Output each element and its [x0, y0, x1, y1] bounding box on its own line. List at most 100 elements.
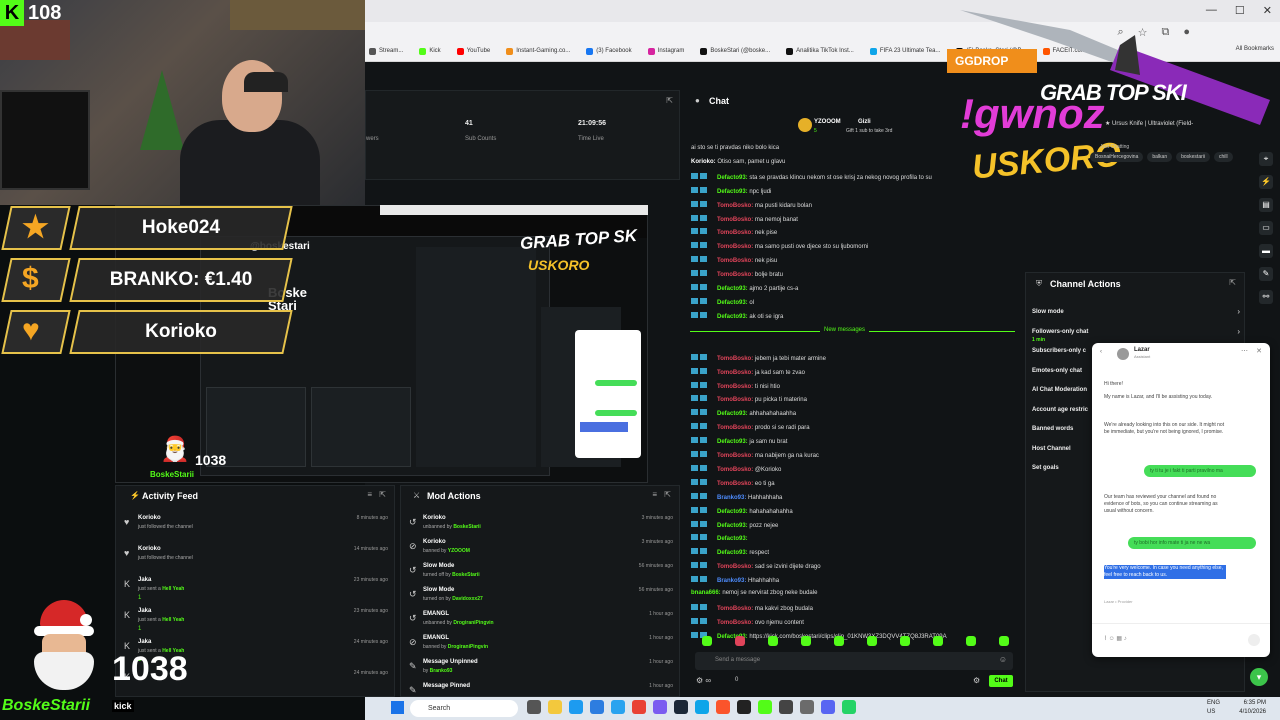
chat-message[interactable]: TomoBosko: ma nabijem ga na kurac: [691, 451, 819, 459]
stream-tag[interactable]: balkan: [1147, 152, 1173, 162]
chat-message[interactable]: ai sto se ti pravdas niko bolo kica: [691, 145, 779, 151]
chat-username[interactable]: Defacto93:: [717, 411, 748, 417]
emote-icon[interactable]: [998, 636, 1009, 646]
channel-action-item[interactable]: Slow mode: [1032, 309, 1064, 315]
chat-username[interactable]: Defacto93:: [717, 439, 748, 445]
stream-tag[interactable]: chill: [1214, 152, 1233, 162]
bookmark-item[interactable]: YouTube: [456, 47, 490, 55]
bookmark-item[interactable]: Kick: [419, 47, 441, 55]
media-icon[interactable]: [779, 700, 793, 714]
chat-username[interactable]: TomoBosko:: [717, 620, 753, 626]
file-explorer-icon[interactable]: [548, 700, 562, 714]
edge-icon[interactable]: [695, 700, 709, 714]
mod-action-item[interactable]: ⊘ EMANGL banned by DrogiraniPingvin 1 hour …: [401, 634, 681, 658]
chat-message[interactable]: TomoBosko: @Korioko: [691, 464, 781, 473]
chat-message[interactable]: TomoBosko: nek pise: [691, 228, 777, 236]
chat-username[interactable]: TomoBosko:: [717, 356, 753, 362]
channel-action-item[interactable]: Subscribers-only c: [1032, 348, 1086, 354]
activity-item[interactable]: ♥ Korioko just followed the channel 8 minut…: [116, 514, 396, 538]
chat-username[interactable]: Defacto93:: [717, 550, 748, 556]
chat-username[interactable]: TomoBosko:: [717, 203, 753, 209]
chat-input[interactable]: Send a message ☺: [695, 652, 1013, 670]
close-icon[interactable]: ✕: [1256, 347, 1262, 355]
chat-username[interactable]: bnana666:: [691, 590, 721, 596]
language-indicator[interactable]: ENG US: [1207, 699, 1220, 717]
popout-icon[interactable]: ⇱: [1229, 278, 1236, 287]
link-icon[interactable]: ⚯: [1259, 290, 1273, 304]
chat-message[interactable]: TomoBosko: ma kakvi zbog budala: [691, 603, 813, 612]
stream-tag[interactable]: boskestarii: [1176, 152, 1210, 162]
store-icon[interactable]: [569, 700, 583, 714]
filter-icon[interactable]: ≡: [652, 490, 657, 499]
chat-message[interactable]: Defacto93: ol: [691, 297, 754, 306]
chat-message[interactable]: Defacto93: ajmo 2 partije cs-a: [691, 284, 798, 292]
category-label[interactable]: Just Chatting: [1100, 144, 1129, 150]
mod-action-item[interactable]: ↺ EMANGL unbanned by DrogiraniPingvin 1 hou…: [401, 610, 681, 634]
mod-action-item[interactable]: ⊘ Korioko banned by YZOOOM 3 minutes ago: [401, 538, 681, 562]
chevron-right-icon[interactable]: ›: [1237, 307, 1240, 316]
chat-message[interactable]: TomoBosko: ti nisi htio: [691, 381, 780, 390]
chat-username[interactable]: TomoBosko:: [717, 244, 753, 250]
chevron-right-icon[interactable]: ›: [1237, 327, 1240, 336]
discord-icon[interactable]: [653, 700, 667, 714]
chat-username[interactable]: Defacto93:: [717, 189, 748, 195]
popout-icon[interactable]: ⇱: [379, 490, 386, 499]
chat-username[interactable]: TomoBosko:: [717, 467, 753, 473]
chat-message[interactable]: TomoBosko: ma samo pusti ove djece sto s…: [691, 242, 868, 250]
chat-message[interactable]: Defacto93: ahhahahahaahha: [691, 409, 796, 417]
channel-action-item[interactable]: Set goals: [1032, 465, 1059, 471]
activity-item[interactable]: ♥ Korioko just followed the channel 14 minu…: [116, 545, 396, 569]
kick-app-icon[interactable]: [758, 700, 772, 714]
chat-username[interactable]: TomoBosko:: [717, 272, 753, 278]
telegram-icon[interactable]: [611, 700, 625, 714]
chat-username[interactable]: Branko93:: [717, 495, 746, 501]
bookmark-item[interactable]: BoskeStari (@boske...: [700, 47, 770, 55]
chat-send-button[interactable]: Chat: [989, 675, 1013, 687]
chat-username[interactable]: Defacto93:: [717, 175, 748, 181]
chat-message[interactable]: Branko93: Hhahhahha: [691, 576, 779, 584]
mod-action-item[interactable]: ↺ Slow Mode turned off by BoskeStarii 56 mi…: [401, 562, 681, 586]
bookmark-item[interactable]: (3) Facebook: [586, 47, 632, 55]
chat-message[interactable]: Defacto93: respect: [691, 548, 769, 556]
bookmark-item[interactable]: Analitika TikTok Inst...: [786, 47, 854, 55]
chat-message[interactable]: TomoBosko: bolje bratu: [691, 270, 783, 278]
channel-action-item[interactable]: AI Chat Moderation: [1032, 387, 1087, 393]
chat-message[interactable]: TomoBosko: eo ti ga: [691, 478, 775, 487]
settings-icon[interactable]: ⚙: [973, 676, 980, 685]
chat-username[interactable]: Defacto93:: [717, 300, 748, 306]
channel-action-item[interactable]: Host Channel: [1032, 446, 1071, 452]
send-icon[interactable]: [1248, 634, 1260, 646]
popout-icon[interactable]: ⇱: [664, 490, 671, 499]
channel-action-item[interactable]: Account age restric: [1032, 407, 1088, 413]
chat-message[interactable]: TomoBosko: ja kad sam te zvao: [691, 367, 805, 376]
emote-icon[interactable]: [965, 636, 976, 646]
chat-username[interactable]: Defacto93:: [717, 523, 748, 529]
chat-message[interactable]: TomoBosko: ovo njemu content: [691, 617, 804, 626]
mod-action-item[interactable]: ↺ Slow Mode turned on by Davidoxxx27 56 min…: [401, 586, 681, 610]
chat-message[interactable]: Defacto93: ja sam nu brat: [691, 437, 787, 445]
task-view-icon[interactable]: [527, 700, 541, 714]
more-icon[interactable]: ⋯: [1241, 347, 1248, 355]
chat-username[interactable]: TomoBosko:: [717, 370, 753, 376]
chat-message[interactable]: Defacto93: hahahahahahha: [691, 506, 793, 515]
emote-icon[interactable]: [701, 636, 712, 646]
taskbar-clock[interactable]: 6:35 PM 4/10/2026: [1239, 699, 1266, 717]
activity-item[interactable]: K Jaka just sent a Hell Yeah 23 minutes ago…: [116, 607, 396, 632]
emote-icon[interactable]: [833, 636, 844, 646]
chat-username[interactable]: Defacto93:: [717, 536, 748, 542]
emote-icon[interactable]: [767, 636, 778, 646]
emoji-icon[interactable]: ☺: [999, 655, 1007, 664]
tools-icon[interactable]: ⚙ ∞: [696, 676, 711, 685]
mod-action-item[interactable]: ↺ Korioko unbanned by BoskeStarii 3 minutes…: [401, 514, 681, 538]
chat-message[interactable]: Defacto93: sta se pravdas klincu nekom s…: [691, 172, 932, 181]
filter-icon[interactable]: ≡: [367, 490, 372, 499]
steam-icon[interactable]: [674, 700, 688, 714]
chat-username[interactable]: TomoBosko:: [717, 606, 753, 612]
chat-username[interactable]: Branko93:: [717, 578, 746, 584]
chat-username[interactable]: TomoBosko:: [717, 453, 753, 459]
chat-username[interactable]: Defacto93:: [717, 286, 748, 292]
chat-message[interactable]: TomoBosko: ma nemoj banat: [691, 214, 798, 223]
chat-username[interactable]: Korioko:: [691, 159, 716, 165]
chat-username[interactable]: TomoBosko:: [717, 230, 753, 236]
attachment-icon[interactable]: ⌇ ☺ ▦ ♪: [1104, 635, 1127, 642]
